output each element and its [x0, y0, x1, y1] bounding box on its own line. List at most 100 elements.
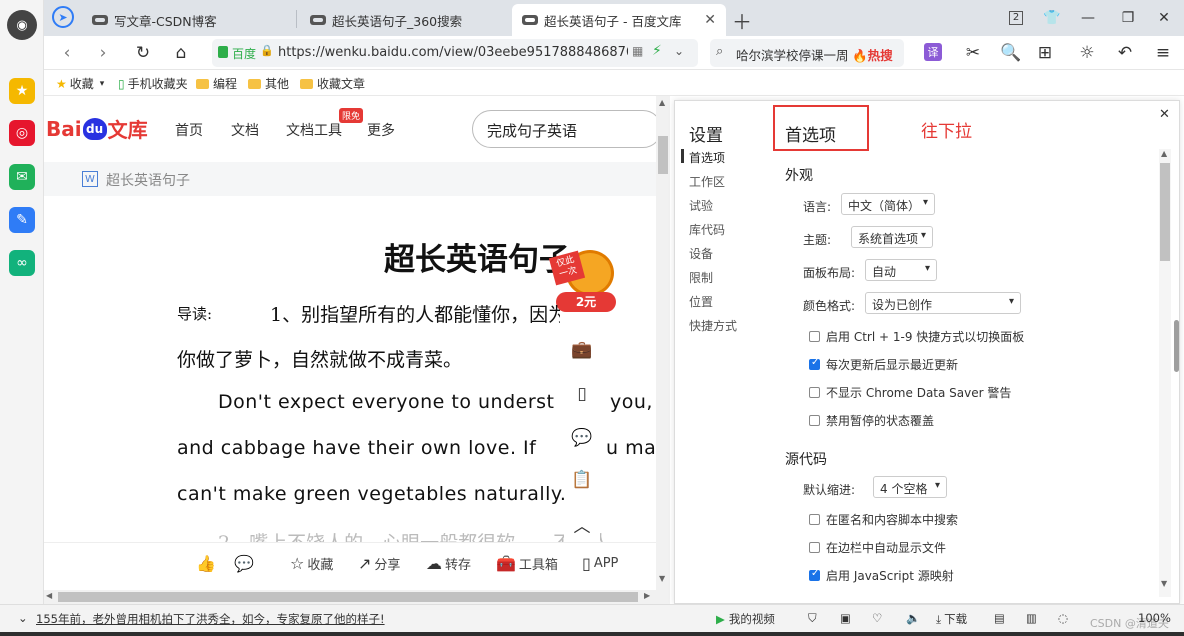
share-button[interactable]: ↗ 分享 — [358, 554, 400, 573]
tab-baidu-wenku[interactable]: 超长英语句子 - 百度文库 ✕ — [512, 4, 726, 36]
zoom-level[interactable]: 100% — [1138, 611, 1171, 625]
scroll-right-arrow[interactable]: ▶ — [644, 591, 650, 600]
shirt-skin-icon[interactable]: 👕 — [1040, 6, 1064, 30]
outer-scroll-indicator[interactable] — [1174, 320, 1179, 372]
checkbox[interactable] — [809, 568, 820, 581]
page-vertical-scrollbar[interactable]: ▲ ▼ — [656, 96, 670, 604]
checkbox-row[interactable]: 不显示 Chrome Data Saver 警告 — [809, 384, 1011, 401]
clipboard-icon[interactable]: 📋 — [564, 462, 600, 498]
navigation-compass-icon[interactable]: ➤ — [52, 6, 74, 28]
baidu-wenku-logo[interactable]: Bai du 文库 — [46, 114, 148, 143]
cloud-link-icon[interactable]: ∞ — [9, 250, 35, 276]
news-ticker[interactable]: 155年前，老外曾用相机拍下了洪秀全，如今，专家复原了他的样子! — [36, 611, 385, 627]
image-icon[interactable]: ▣ — [840, 611, 851, 625]
scroll-left-arrow[interactable]: ◀ — [46, 591, 52, 600]
scroll-up-arrow[interactable]: ▲ — [1161, 149, 1167, 158]
brightness-icon[interactable]: ☼ — [1076, 42, 1098, 64]
home-icon[interactable]: ⌂ — [170, 42, 192, 64]
checkbox[interactable] — [809, 542, 820, 553]
undo-icon[interactable]: ↶ — [1114, 42, 1136, 64]
eye-care-icon[interactable]: ◌ — [1058, 611, 1068, 625]
restore-icon[interactable]: ❐ — [1116, 6, 1140, 30]
collect-button[interactable]: ☆ 收藏 — [290, 554, 333, 573]
nav-docs[interactable]: 文档 — [231, 120, 259, 140]
scroll-down-arrow[interactable]: ▼ — [659, 574, 665, 583]
address-bar[interactable]: 百度 🔒 https://wenku.baidu.com/view/03eebe… — [212, 39, 698, 67]
qr-code-icon[interactable]: ▦ — [632, 44, 643, 58]
chevron-down-icon[interactable]: ⌄ — [18, 611, 28, 625]
scroll-thumb[interactable] — [658, 136, 668, 174]
color-format-select[interactable]: 设为已创作 — [865, 292, 1021, 314]
scroll-thumb[interactable] — [1160, 163, 1170, 261]
search-box[interactable]: ⌕ 哈尔滨学校停课一周 🔥热搜 — [710, 39, 904, 67]
tab-360-search[interactable]: 超长英语句子_360搜索 — [300, 4, 510, 36]
gallery-icon[interactable]: ▤ — [994, 611, 1005, 625]
speed-bolt-icon[interactable]: ⚡ — [652, 43, 662, 59]
checkbox-row[interactable]: 每次更新后显示最近更新 — [809, 356, 958, 373]
scroll-up-arrow[interactable]: ▲ — [659, 98, 665, 107]
scroll-thumb[interactable] — [58, 592, 638, 602]
bookmark-folder-other[interactable]: 其他 — [248, 75, 289, 92]
checkbox[interactable] — [809, 387, 820, 398]
comment-button[interactable]: 💬 — [234, 554, 257, 573]
page-horizontal-scrollbar[interactable]: ◀ ▶ — [44, 590, 656, 604]
checkbox[interactable] — [809, 331, 820, 342]
volume-icon[interactable]: 🔈 — [906, 611, 920, 625]
heart-monitor-icon[interactable]: ♡ — [872, 611, 882, 625]
default-indent-select[interactable]: 4 个空格 — [873, 476, 947, 498]
menu-icon[interactable]: ≡ — [1152, 42, 1174, 64]
checkbox[interactable] — [809, 415, 820, 426]
tab-csdn[interactable]: 写文章-CSDN博客 — [82, 4, 296, 36]
close-settings-icon[interactable]: ✕ — [1159, 107, 1170, 122]
favorites-star-icon[interactable]: ★ — [9, 78, 35, 104]
nav-doc-tools[interactable]: 文档工具 — [286, 120, 342, 140]
settings-nav-ignore-list[interactable]: 库代码 — [689, 221, 725, 238]
bookmark-mobile[interactable]: ▯ 手机收藏夹 — [118, 75, 188, 92]
settings-nav-experiments[interactable]: 试验 — [689, 197, 713, 214]
app-button[interactable]: ▯ APP — [582, 554, 618, 573]
promo-lion-badge[interactable]: 仅此 一次 2元 — [548, 248, 620, 314]
language-select[interactable]: 中文（简体） — [841, 193, 935, 215]
panel-layout-select[interactable]: 自动 — [865, 259, 937, 281]
checkbox[interactable] — [809, 357, 820, 370]
comment-icon[interactable]: 💬 — [564, 420, 600, 456]
book-icon[interactable]: ▥ — [1026, 611, 1037, 625]
bookmark-favorites[interactable]: ★ 收藏 ▾ — [56, 75, 104, 92]
magnifier-icon[interactable]: 🔍 — [1000, 42, 1022, 64]
settings-nav-throttling[interactable]: 限制 — [689, 269, 713, 286]
minimize-icon[interactable]: — — [1076, 6, 1100, 30]
download-button[interactable]: ⤓ 下载 — [936, 611, 967, 627]
scissors-icon[interactable]: ✂ — [962, 42, 984, 64]
scroll-top-icon[interactable]: ︿ — [564, 506, 600, 542]
like-button[interactable]: 👍 — [196, 554, 219, 573]
incognito-avatar-icon[interactable]: ◉ — [7, 10, 37, 40]
checkbox-row[interactable]: 禁用暂停的状态覆盖 — [809, 412, 934, 429]
settings-nav-preferences[interactable]: 首选项 — [689, 149, 725, 166]
tab-count-button[interactable]: 2 — [1004, 6, 1028, 30]
settings-scrollbar[interactable]: ▲ ▼ — [1159, 149, 1171, 597]
close-tab-icon[interactable]: ✕ — [704, 12, 716, 28]
checkbox-row[interactable]: 启用 Ctrl + 1-9 快捷方式以切换面板 — [809, 328, 1024, 345]
settings-nav-locations[interactable]: 位置 — [689, 293, 713, 310]
shield-icon[interactable]: ⛉ — [808, 611, 817, 626]
checkbox-row[interactable]: 在边栏中自动显示文件 — [809, 539, 946, 556]
checkbox-row[interactable]: 启用 JavaScript 源映射 — [809, 567, 954, 584]
theme-select[interactable]: 系统首选项 — [851, 226, 933, 248]
close-window-icon[interactable]: ✕ — [1152, 6, 1176, 30]
nav-home[interactable]: 首页 — [175, 120, 203, 140]
settings-nav-workspace[interactable]: 工作区 — [689, 173, 725, 190]
scroll-down-arrow[interactable]: ▼ — [1161, 579, 1167, 588]
checkbox-row[interactable]: 在匿名和内容脚本中搜索 — [809, 511, 958, 528]
checkbox[interactable] — [809, 514, 820, 525]
apps-grid-icon[interactable]: ⊞ — [1034, 42, 1056, 64]
translate-button[interactable]: 译 — [924, 43, 942, 61]
new-tab-button[interactable]: ＋ — [732, 6, 752, 35]
bookmark-folder-programming[interactable]: 编程 — [196, 75, 237, 92]
mobile-phone-icon[interactable]: ▯ — [564, 376, 600, 412]
mail-icon[interactable]: ✉ — [9, 164, 35, 190]
bookmark-folder-articles[interactable]: 收藏文章 — [300, 75, 365, 92]
chevron-down-icon[interactable]: ⌄ — [674, 44, 684, 58]
settings-nav-devices[interactable]: 设备 — [689, 245, 713, 262]
back-icon[interactable]: ‹ — [56, 42, 78, 64]
settings-nav-shortcuts[interactable]: 快捷方式 — [689, 317, 737, 334]
